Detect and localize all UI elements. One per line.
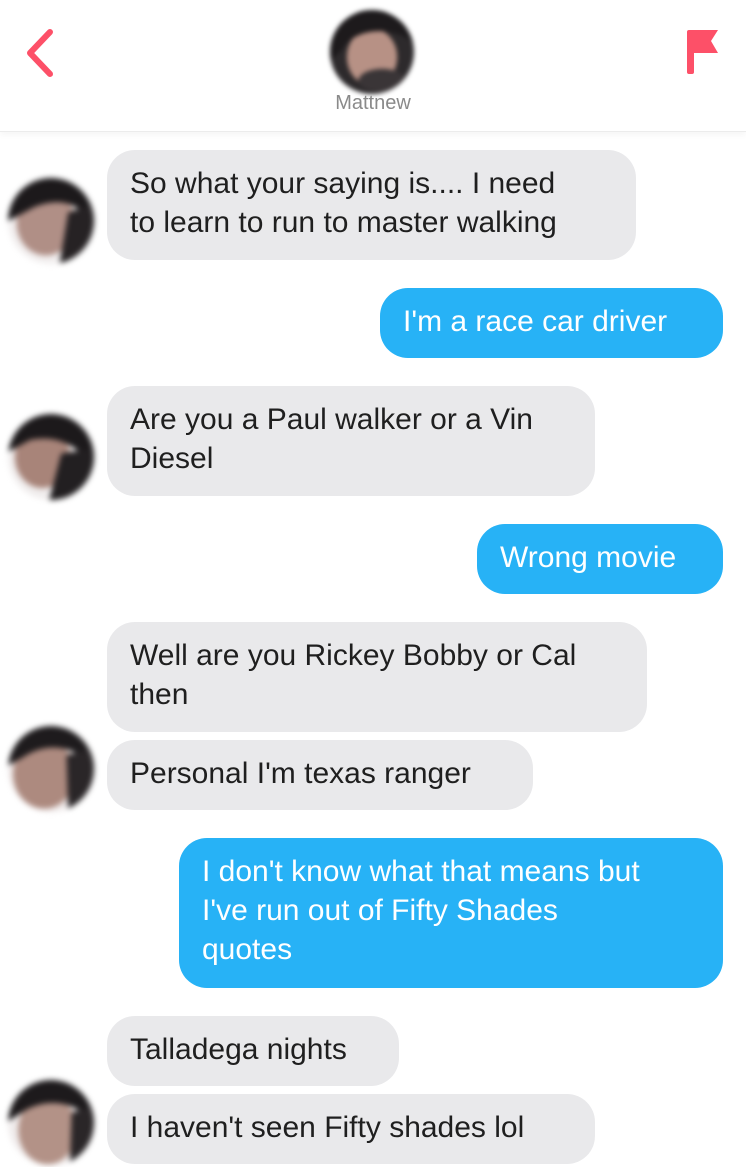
message-text-line: Are you a Paul walker or a Vin xyxy=(130,403,533,436)
contact-name[interactable]: Mattnew xyxy=(0,92,746,115)
message-text-line: Well are you Rickey Bobby or Cal xyxy=(130,639,577,672)
sender-avatar[interactable] xyxy=(8,178,94,264)
sender-avatar[interactable] xyxy=(8,726,94,812)
message-text-line: I've run out of Fifty Shades xyxy=(202,894,558,927)
message-bubble-sent[interactable]: Wrong movie xyxy=(477,524,723,594)
contact-avatar[interactable] xyxy=(330,10,414,94)
sender-avatar[interactable] xyxy=(8,414,94,500)
message-bubble-sent[interactable]: I don't know what that means but I've ru… xyxy=(179,838,723,988)
chat-header: Mattnew xyxy=(0,0,746,132)
message-bubble-received[interactable]: I haven't seen Fifty shades lol xyxy=(107,1094,595,1164)
message-bubble-received[interactable]: Talladega nights xyxy=(107,1016,399,1086)
report-button[interactable] xyxy=(680,26,724,76)
message-text-line: quotes xyxy=(202,933,293,966)
chevron-left-icon xyxy=(27,29,53,77)
message-bubble-received[interactable]: Well are you Rickey Bobby or Cal then xyxy=(107,622,647,732)
message-bubble-received[interactable]: So what your saying is.... I need to lea… xyxy=(107,150,636,260)
message-bubble-received[interactable]: Personal I'm texas ranger xyxy=(107,740,533,810)
message-text-line: Talladega nights xyxy=(130,1033,347,1066)
message-text-line: I'm a race car driver xyxy=(403,305,668,338)
message-text-line: then xyxy=(130,678,189,711)
back-button[interactable] xyxy=(20,26,70,80)
message-text-line: I haven't seen Fifty shades lol xyxy=(130,1111,525,1144)
message-text-line: Diesel xyxy=(130,442,214,475)
flag-icon xyxy=(687,30,718,74)
message-text-line: I don't know what that means but xyxy=(202,855,640,888)
message-text-line: So what your saying is.... I need xyxy=(130,167,556,200)
message-text-line: Personal I'm texas ranger xyxy=(130,757,471,790)
message-text-line: Wrong movie xyxy=(500,541,677,574)
message-text-line: to learn to run to master walking xyxy=(130,206,557,239)
message-bubble-received[interactable]: Are you a Paul walker or a Vin Diesel xyxy=(107,386,595,496)
message-bubble-sent[interactable]: I'm a race car driver xyxy=(380,288,723,358)
sender-avatar[interactable] xyxy=(8,1080,94,1166)
